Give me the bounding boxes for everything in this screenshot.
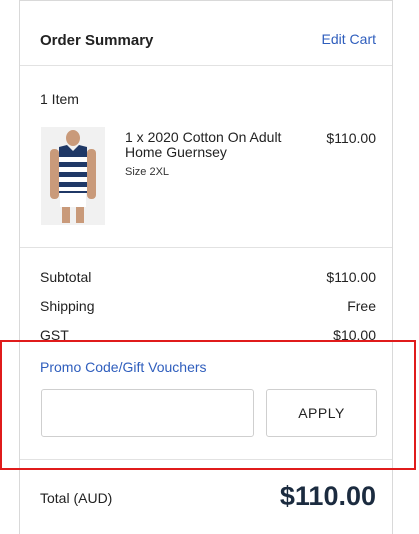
divider <box>20 247 392 248</box>
product-name: 1 x 2020 Cotton On Adult Home Guernsey <box>125 129 282 160</box>
divider <box>20 341 392 342</box>
gst-row: GST $10.00 <box>40 327 376 341</box>
edit-cart-link[interactable]: Edit Cart <box>322 31 376 47</box>
shipping-row: Shipping Free <box>40 298 376 316</box>
total-value: $110.00 <box>279 481 376 511</box>
guernsey-icon <box>41 127 105 225</box>
apply-promo-button[interactable]: APPLY <box>266 389 377 437</box>
order-summary-title: Order Summary <box>40 32 154 49</box>
order-summary-header: Order Summary Edit Cart <box>20 1 392 66</box>
total-label: Total (AUD) <box>40 490 113 506</box>
gst-label: GST <box>40 327 69 341</box>
shipping-value: Free <box>347 298 376 314</box>
product-price: $110.00 <box>326 130 376 146</box>
product-size: Size 2XL <box>125 166 170 178</box>
order-summary-card: Order Summary Edit Cart 1 Item 1 x 2020 … <box>19 0 393 534</box>
promo-code-input[interactable] <box>41 389 254 437</box>
promo-code-toggle[interactable]: Promo Code/Gift Vouchers <box>40 359 207 375</box>
subtotal-row: Subtotal $110.00 <box>40 269 376 287</box>
divider <box>20 459 392 460</box>
shipping-label: Shipping <box>40 298 95 314</box>
gst-value: $10.00 <box>333 327 376 341</box>
subtotal-value: $110.00 <box>326 269 376 285</box>
subtotal-label: Subtotal <box>40 269 92 285</box>
item-count: 1 Item <box>40 91 79 107</box>
